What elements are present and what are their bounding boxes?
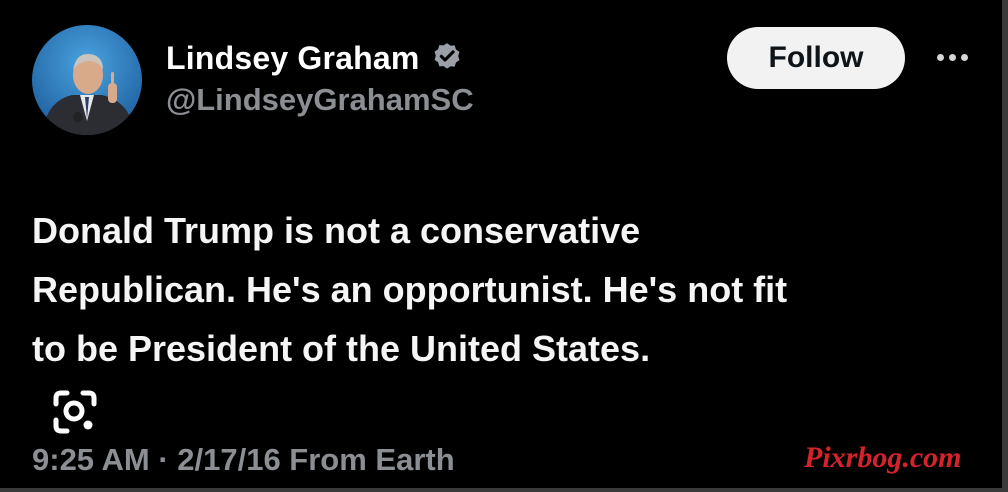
more-dot: [936, 53, 944, 61]
more-dot: [948, 53, 956, 61]
author-name[interactable]: Lindsey Graham: [166, 40, 420, 77]
avatar[interactable]: [32, 25, 142, 135]
verified-badge-icon: [430, 41, 464, 75]
tweet-text-line: Republican. He's an opportunist. He's no…: [32, 269, 788, 310]
google-lens-icon[interactable]: [52, 389, 98, 435]
author-handle[interactable]: @LindseyGrahamSC: [166, 82, 474, 118]
avatar-image: [32, 25, 142, 135]
tweet-text-line: to be President of the United States.: [32, 328, 651, 369]
tweet-text: Donald Trump is not a conservative Repub…: [32, 201, 962, 378]
watermark: Pixrbog.com: [804, 441, 962, 474]
tweet-text-line: Donald Trump is not a conservative: [32, 210, 641, 251]
author-name-row: Lindsey Graham: [166, 36, 464, 80]
tweet-timestamp[interactable]: 9:25 AM · 2/17/16 From Earth: [32, 442, 455, 478]
more-dot: [960, 53, 968, 61]
follow-button[interactable]: Follow: [727, 27, 905, 89]
tweet-card: Lindsey Graham @LindseyGrahamSC Follow D…: [0, 0, 1008, 492]
more-options-icon[interactable]: [930, 42, 974, 72]
